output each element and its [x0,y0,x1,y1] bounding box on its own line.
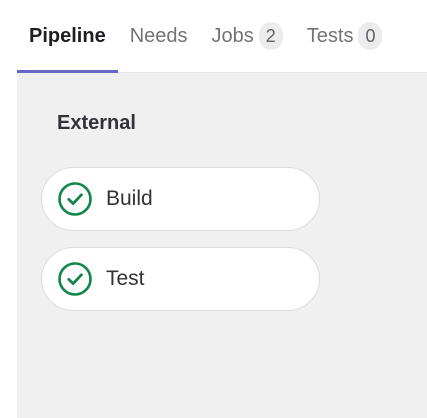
tab-tests-label: Tests [306,24,354,47]
tab-needs-label: Needs [129,24,188,47]
job-test[interactable]: Test [41,247,320,311]
stage-title: External [57,112,136,134]
pipeline-graph: External Build Test [17,73,427,418]
tab-tests-count-badge: 0 [358,22,383,50]
tab-needs[interactable]: Needs [118,0,200,72]
check-circle-icon [58,182,92,216]
tab-jobs-label: Jobs [211,24,254,47]
pipeline-tabs: Pipeline Needs Jobs 2 Tests 0 [17,0,427,73]
tab-tests[interactable]: Tests 0 [295,0,395,72]
job-test-name: Test [106,267,145,290]
tab-pipeline[interactable]: Pipeline [17,0,118,73]
job-build-name: Build [106,187,153,210]
check-circle-icon [58,262,92,296]
pipeline-page: Pipeline Needs Jobs 2 Tests 0 External B… [0,0,427,418]
job-build[interactable]: Build [41,167,320,231]
tab-jobs[interactable]: Jobs 2 [200,0,295,72]
tab-pipeline-label: Pipeline [29,24,106,47]
tab-jobs-count-badge: 2 [258,22,283,50]
